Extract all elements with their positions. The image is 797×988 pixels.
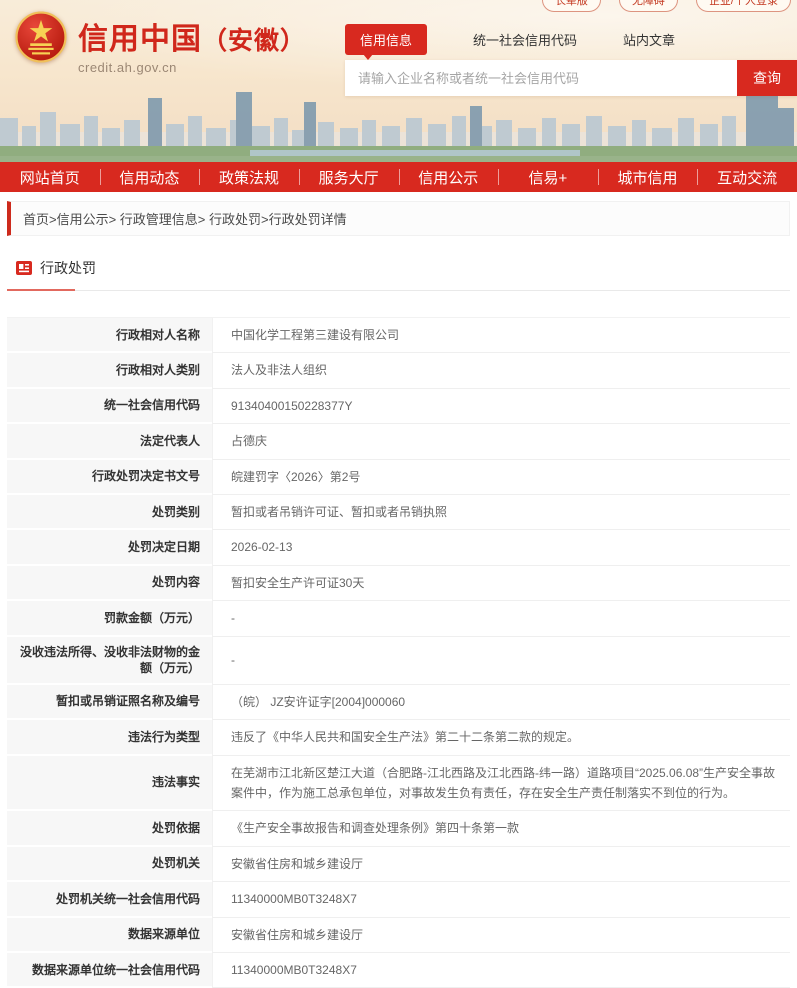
- row-value: 安徽省住房和城乡建设厅: [212, 918, 790, 953]
- table-row: 法定代表人 占德庆: [7, 424, 790, 459]
- row-label: 罚款金额（万元）: [7, 601, 212, 636]
- page-content: 首页>信用公示> 行政管理信息> 行政处罚>行政处罚详情 行政处罚 行政相对人名…: [0, 201, 797, 988]
- row-value: 《生产安全事故报告和调查处理条例》第四十条第一款: [212, 811, 790, 846]
- table-row: 没收违法所得、没收非法财物的金额（万元） -: [7, 637, 790, 685]
- table-row: 处罚机关统一社会信用代码 11340000MB0T3248X7: [7, 882, 790, 917]
- table-row: 处罚依据 《生产安全事故报告和调查处理条例》第四十条第一款: [7, 811, 790, 846]
- search-area: 信用信息 统一社会信用代码 站内文章 查询: [345, 24, 797, 96]
- section-header: 行政处罚: [7, 258, 790, 278]
- table-row: 暂扣或吊销证照名称及编号 （皖） JZ安许证字[2004]000060: [7, 685, 790, 720]
- nav-item[interactable]: 信易+: [498, 162, 598, 192]
- nav-item[interactable]: 政策法规: [199, 162, 299, 192]
- row-value: 违反了《中华人民共和国安全生产法》第二十二条第二款的规定。: [212, 720, 790, 755]
- search-tabs: 信用信息 统一社会信用代码 站内文章: [345, 24, 797, 54]
- search-tab[interactable]: 统一社会信用代码: [473, 24, 577, 55]
- row-value: 在芜湖市江北新区楚江大道（合肥路-江北西路及江北西路-纬一路）道路项目“2025…: [212, 756, 790, 812]
- nav-item[interactable]: 服务大厅: [299, 162, 399, 192]
- site-title: 信用中国 （安徽）: [78, 14, 306, 58]
- row-value: 11340000MB0T3248X7: [212, 882, 790, 917]
- row-label: 行政处罚决定书文号: [7, 460, 212, 495]
- section-divider: [7, 289, 790, 291]
- table-row: 违法行为类型 违反了《中华人民共和国安全生产法》第二十二条第二款的规定。: [7, 720, 790, 755]
- row-label: 处罚决定日期: [7, 530, 212, 565]
- row-value: -: [212, 601, 790, 636]
- search-button[interactable]: 查询: [737, 60, 797, 96]
- row-label: 行政相对人名称: [7, 318, 212, 353]
- row-value: -: [212, 637, 790, 685]
- search-box: 查询: [345, 60, 797, 96]
- site-domain: credit.ah.gov.cn: [78, 60, 306, 75]
- city-skyline-image: [0, 90, 797, 162]
- row-value: 皖建罚字〈2026〉第2号: [212, 460, 790, 495]
- row-label: 法定代表人: [7, 424, 212, 459]
- nav-item[interactable]: 互动交流: [697, 162, 797, 192]
- table-row: 违法事实 在芜湖市江北新区楚江大道（合肥路-江北西路及江北西路-纬一路）道路项目…: [7, 756, 790, 812]
- table-row: 行政相对人名称 中国化学工程第三建设有限公司: [7, 318, 790, 353]
- row-value: 2026-02-13: [212, 530, 790, 565]
- row-label: 处罚类别: [7, 495, 212, 530]
- row-value: 法人及非法人组织: [212, 353, 790, 388]
- nav-item[interactable]: 信用动态: [100, 162, 200, 192]
- topbar-pill-button[interactable]: 长辈版: [542, 0, 601, 12]
- row-value: 暂扣或者吊销许可证、暂扣或者吊销执照: [212, 495, 790, 530]
- main-nav: 网站首页 信用动态 政策法规 服务大厅 信用公示 信易+ 城市信用 互动交流: [0, 162, 797, 192]
- row-value: （皖） JZ安许证字[2004]000060: [212, 685, 790, 720]
- document-list-icon: [16, 260, 32, 276]
- breadcrumb[interactable]: 首页>信用公示> 行政管理信息> 行政处罚>行政处罚详情: [7, 201, 790, 236]
- row-label: 数据来源单位统一社会信用代码: [7, 953, 212, 988]
- table-row: 处罚机关 安徽省住房和城乡建设厅: [7, 847, 790, 882]
- table-row: 数据来源单位统一社会信用代码 11340000MB0T3248X7: [7, 953, 790, 988]
- national-emblem-icon: [14, 10, 68, 64]
- row-label: 违法事实: [7, 756, 212, 812]
- table-row: 统一社会信用代码 91340400150228377Y: [7, 389, 790, 424]
- search-input[interactable]: [345, 60, 737, 96]
- row-label: 处罚机关: [7, 847, 212, 882]
- row-value: 11340000MB0T3248X7: [212, 953, 790, 988]
- table-row: 处罚内容 暂扣安全生产许可证30天: [7, 566, 790, 601]
- row-label: 统一社会信用代码: [7, 389, 212, 424]
- row-label: 暂扣或吊销证照名称及编号: [7, 685, 212, 720]
- section-title: 行政处罚: [40, 258, 96, 278]
- table-row: 罚款金额（万元） -: [7, 601, 790, 636]
- nav-item[interactable]: 信用公示: [399, 162, 499, 192]
- table-row: 处罚类别 暂扣或者吊销许可证、暂扣或者吊销执照: [7, 495, 790, 530]
- site-title-main: 信用中国: [78, 14, 202, 58]
- row-label: 没收违法所得、没收非法财物的金额（万元）: [7, 637, 212, 685]
- row-label: 行政相对人类别: [7, 353, 212, 388]
- row-label: 违法行为类型: [7, 720, 212, 755]
- row-value: 占德庆: [212, 424, 790, 459]
- table-row: 数据来源单位 安徽省住房和城乡建设厅: [7, 918, 790, 953]
- topbar-pill-button[interactable]: 无障碍: [619, 0, 678, 12]
- site-title-region: （安徽）: [202, 21, 306, 57]
- search-tab[interactable]: 站内文章: [623, 24, 675, 55]
- row-value: 暂扣安全生产许可证30天: [212, 566, 790, 601]
- site-header: 信用中国 （安徽） credit.ah.gov.cn 长辈版 无障碍 企业/个人…: [0, 0, 797, 162]
- penalty-table-body: 行政相对人名称 中国化学工程第三建设有限公司 行政相对人类别 法人及非法人组织 …: [7, 318, 790, 988]
- table-row: 行政处罚决定书文号 皖建罚字〈2026〉第2号: [7, 460, 790, 495]
- row-value: 中国化学工程第三建设有限公司: [212, 318, 790, 353]
- search-tab[interactable]: 信用信息: [345, 24, 427, 55]
- topbar-pill-button[interactable]: 企业/个人登录: [696, 0, 791, 12]
- row-label: 处罚内容: [7, 566, 212, 601]
- nav-item[interactable]: 城市信用: [598, 162, 698, 192]
- site-logo[interactable]: 信用中国 （安徽） credit.ah.gov.cn: [14, 10, 306, 75]
- row-label: 数据来源单位: [7, 918, 212, 953]
- row-value: 91340400150228377Y: [212, 389, 790, 424]
- nav-item[interactable]: 网站首页: [0, 162, 100, 192]
- row-label: 处罚机关统一社会信用代码: [7, 882, 212, 917]
- table-row: 行政相对人类别 法人及非法人组织: [7, 353, 790, 388]
- topbar-pills: 长辈版 无障碍 企业/个人登录: [542, 0, 791, 12]
- row-value: 安徽省住房和城乡建设厅: [212, 847, 790, 882]
- row-label: 处罚依据: [7, 811, 212, 846]
- penalty-detail-table: 行政相对人名称 中国化学工程第三建设有限公司 行政相对人类别 法人及非法人组织 …: [7, 317, 790, 988]
- table-row: 处罚决定日期 2026-02-13: [7, 530, 790, 565]
